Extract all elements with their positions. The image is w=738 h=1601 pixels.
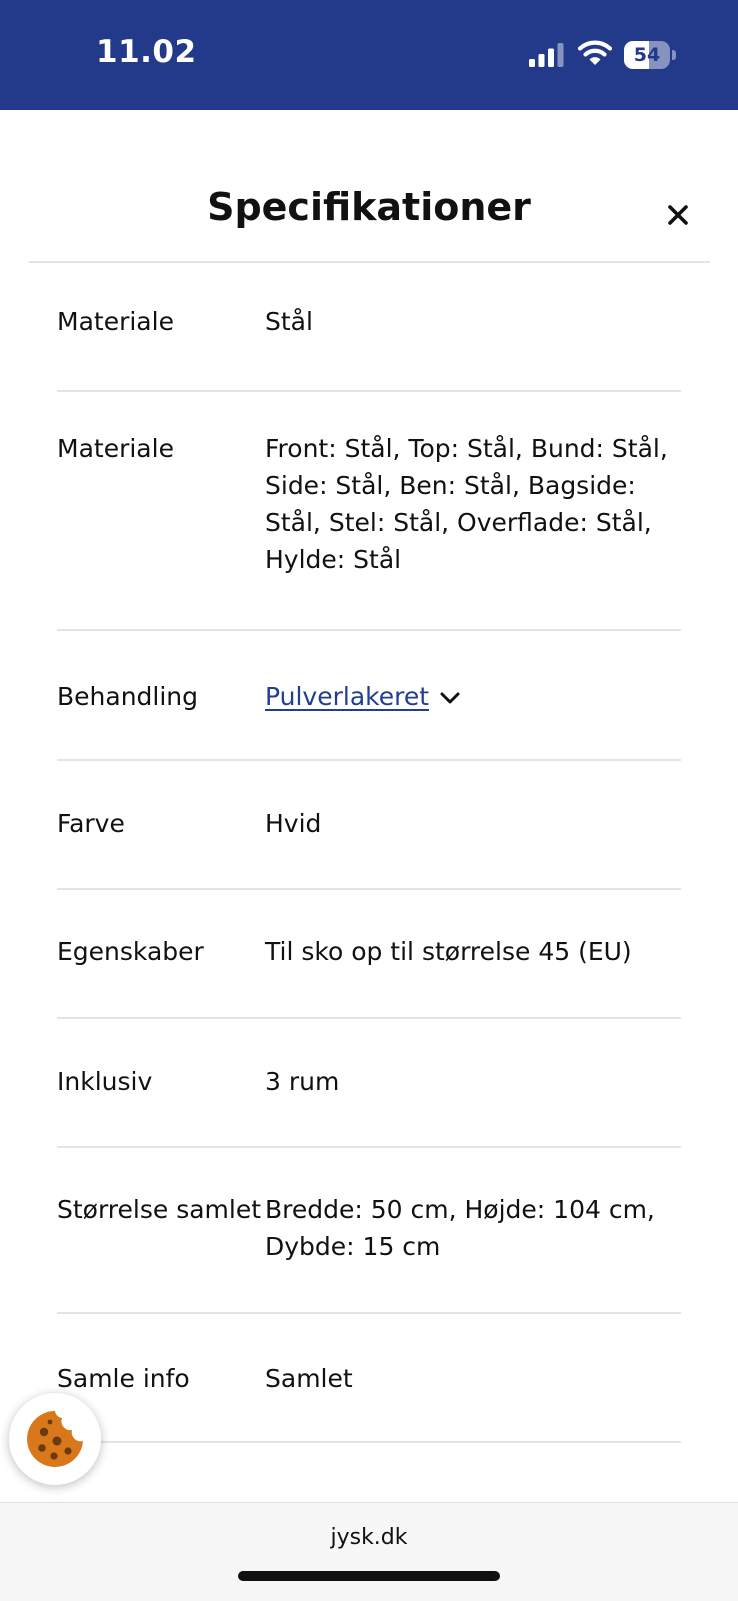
battery-level: 54: [633, 44, 661, 66]
spec-value: Pulverlakeret: [265, 678, 681, 759]
spec-row-samle-info: Samle info Samlet: [57, 1314, 681, 1443]
spec-row-behandling: Behandling Pulverlakeret: [57, 631, 681, 761]
browser-bottom-bar: jysk.dk: [0, 1502, 738, 1601]
spec-value: Samlet: [265, 1364, 353, 1393]
cookie-button[interactable]: [9, 1393, 101, 1485]
signal-icon: [529, 43, 564, 67]
spec-list: Materiale Stål Materiale Front: Stål, To…: [57, 263, 681, 1443]
spec-value: 3 rum: [265, 1067, 340, 1096]
spec-label: Farve: [57, 809, 125, 838]
spec-row-egenskaber: Egenskaber Til sko op til størrelse 45 (…: [57, 890, 681, 1019]
status-time: 11.02: [96, 34, 197, 70]
spec-row-storrelse-samlet: Størrelse samlet Bredde: 50 cm, Højde: 1…: [57, 1148, 681, 1314]
close-button[interactable]: [658, 195, 698, 235]
spec-label: Størrelse samlet: [57, 1195, 262, 1224]
spec-row-materiale-detail: Materiale Front: Stål, Top: Stål, Bund: …: [57, 392, 681, 631]
close-icon: [668, 205, 688, 225]
spec-row-farve: Farve Hvid: [57, 761, 681, 890]
cookie-icon: [27, 1411, 83, 1467]
behandling-link[interactable]: Pulverlakeret: [265, 682, 429, 711]
modal-title: Specifikationer: [207, 185, 531, 229]
spec-label: Materiale: [57, 307, 174, 336]
spec-value: Hvid: [265, 809, 322, 838]
spec-label: Egenskaber: [57, 937, 204, 966]
spec-label: Inklusiv: [57, 1067, 153, 1096]
spec-value: Stål: [265, 307, 313, 336]
spec-row-materiale: Materiale Stål: [57, 263, 681, 392]
status-bar: 11.02 54: [0, 0, 738, 110]
spec-row-inklusiv: Inklusiv 3 rum: [57, 1019, 681, 1148]
spec-label: Materiale: [57, 434, 174, 463]
spec-label: Behandling: [57, 682, 199, 711]
spec-value: Front: Stål, Top: Stål, Bund: Stål, Side…: [265, 434, 668, 574]
home-indicator: [238, 1571, 500, 1581]
chevron-down-icon[interactable]: [439, 690, 461, 706]
url-bar[interactable]: jysk.dk: [0, 1525, 738, 1550]
battery-icon: 54: [624, 41, 676, 69]
spec-value: Til sko op til størrelse 45 (EU): [265, 937, 632, 966]
spec-value: Bredde: 50 cm, Højde: 104 cm, Dybde: 15 …: [265, 1195, 655, 1261]
wifi-icon: [578, 40, 612, 65]
